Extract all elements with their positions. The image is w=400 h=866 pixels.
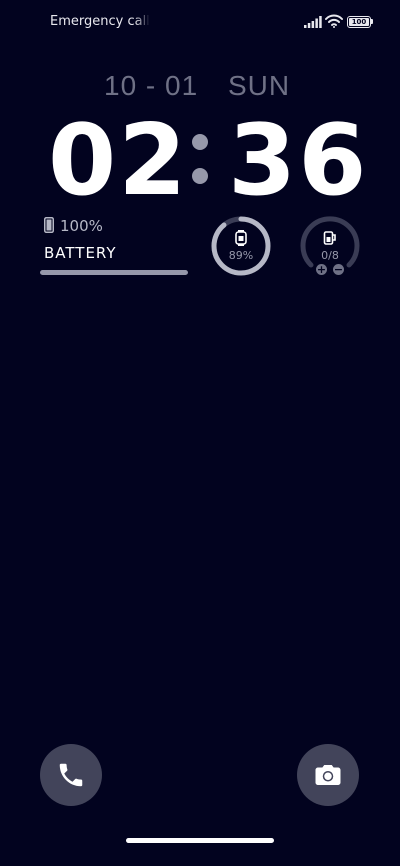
wifi-icon xyxy=(325,14,343,28)
lock-date-row: 10 - 01 SUN xyxy=(104,70,304,104)
phone-battery-bar-fill xyxy=(40,270,188,275)
lock-clock: 02 36 xyxy=(40,104,366,218)
water-remove-button[interactable]: − xyxy=(333,264,344,275)
cup-icon xyxy=(323,231,336,245)
phone-battery-label: BATTERY xyxy=(44,244,117,262)
clock-separator-dot xyxy=(192,134,208,150)
water-tracker-ring xyxy=(300,216,360,268)
home-indicator[interactable] xyxy=(126,838,274,843)
status-battery-icon: 100 xyxy=(347,16,373,28)
phone-shortcut-button[interactable] xyxy=(40,744,102,806)
water-tracker-value: 0/8 xyxy=(321,249,339,262)
water-tracker-widget[interactable]: 0/8 + − xyxy=(299,215,361,277)
watch-battery-value: 89% xyxy=(228,249,254,262)
cellular-signal-icon xyxy=(304,16,322,28)
phone-battery-percent: 100% xyxy=(60,217,103,235)
camera-icon xyxy=(315,765,341,785)
clock-hours: 02 xyxy=(48,104,189,218)
status-battery-level: 100 xyxy=(349,18,369,26)
camera-shortcut-button[interactable] xyxy=(297,744,359,806)
phone-battery-widget[interactable]: 100% BATTERY xyxy=(40,214,192,278)
carrier-status-text: Emergency calls only xyxy=(50,14,150,29)
clock-separator-dot xyxy=(192,168,208,184)
phone-icon xyxy=(59,763,83,787)
smartphone-icon xyxy=(44,217,54,233)
status-bar: Emergency calls only 100 xyxy=(0,0,400,46)
watch-battery-widget[interactable]: 89% xyxy=(210,215,272,277)
clock-minutes: 36 xyxy=(228,104,369,218)
watch-icon xyxy=(235,230,247,246)
lock-day: SUN xyxy=(228,70,291,101)
water-add-button[interactable]: + xyxy=(316,264,327,275)
lock-date: 10 - 01 xyxy=(104,70,199,101)
watch-battery-ring xyxy=(211,216,271,276)
phone-battery-bar xyxy=(40,270,188,275)
